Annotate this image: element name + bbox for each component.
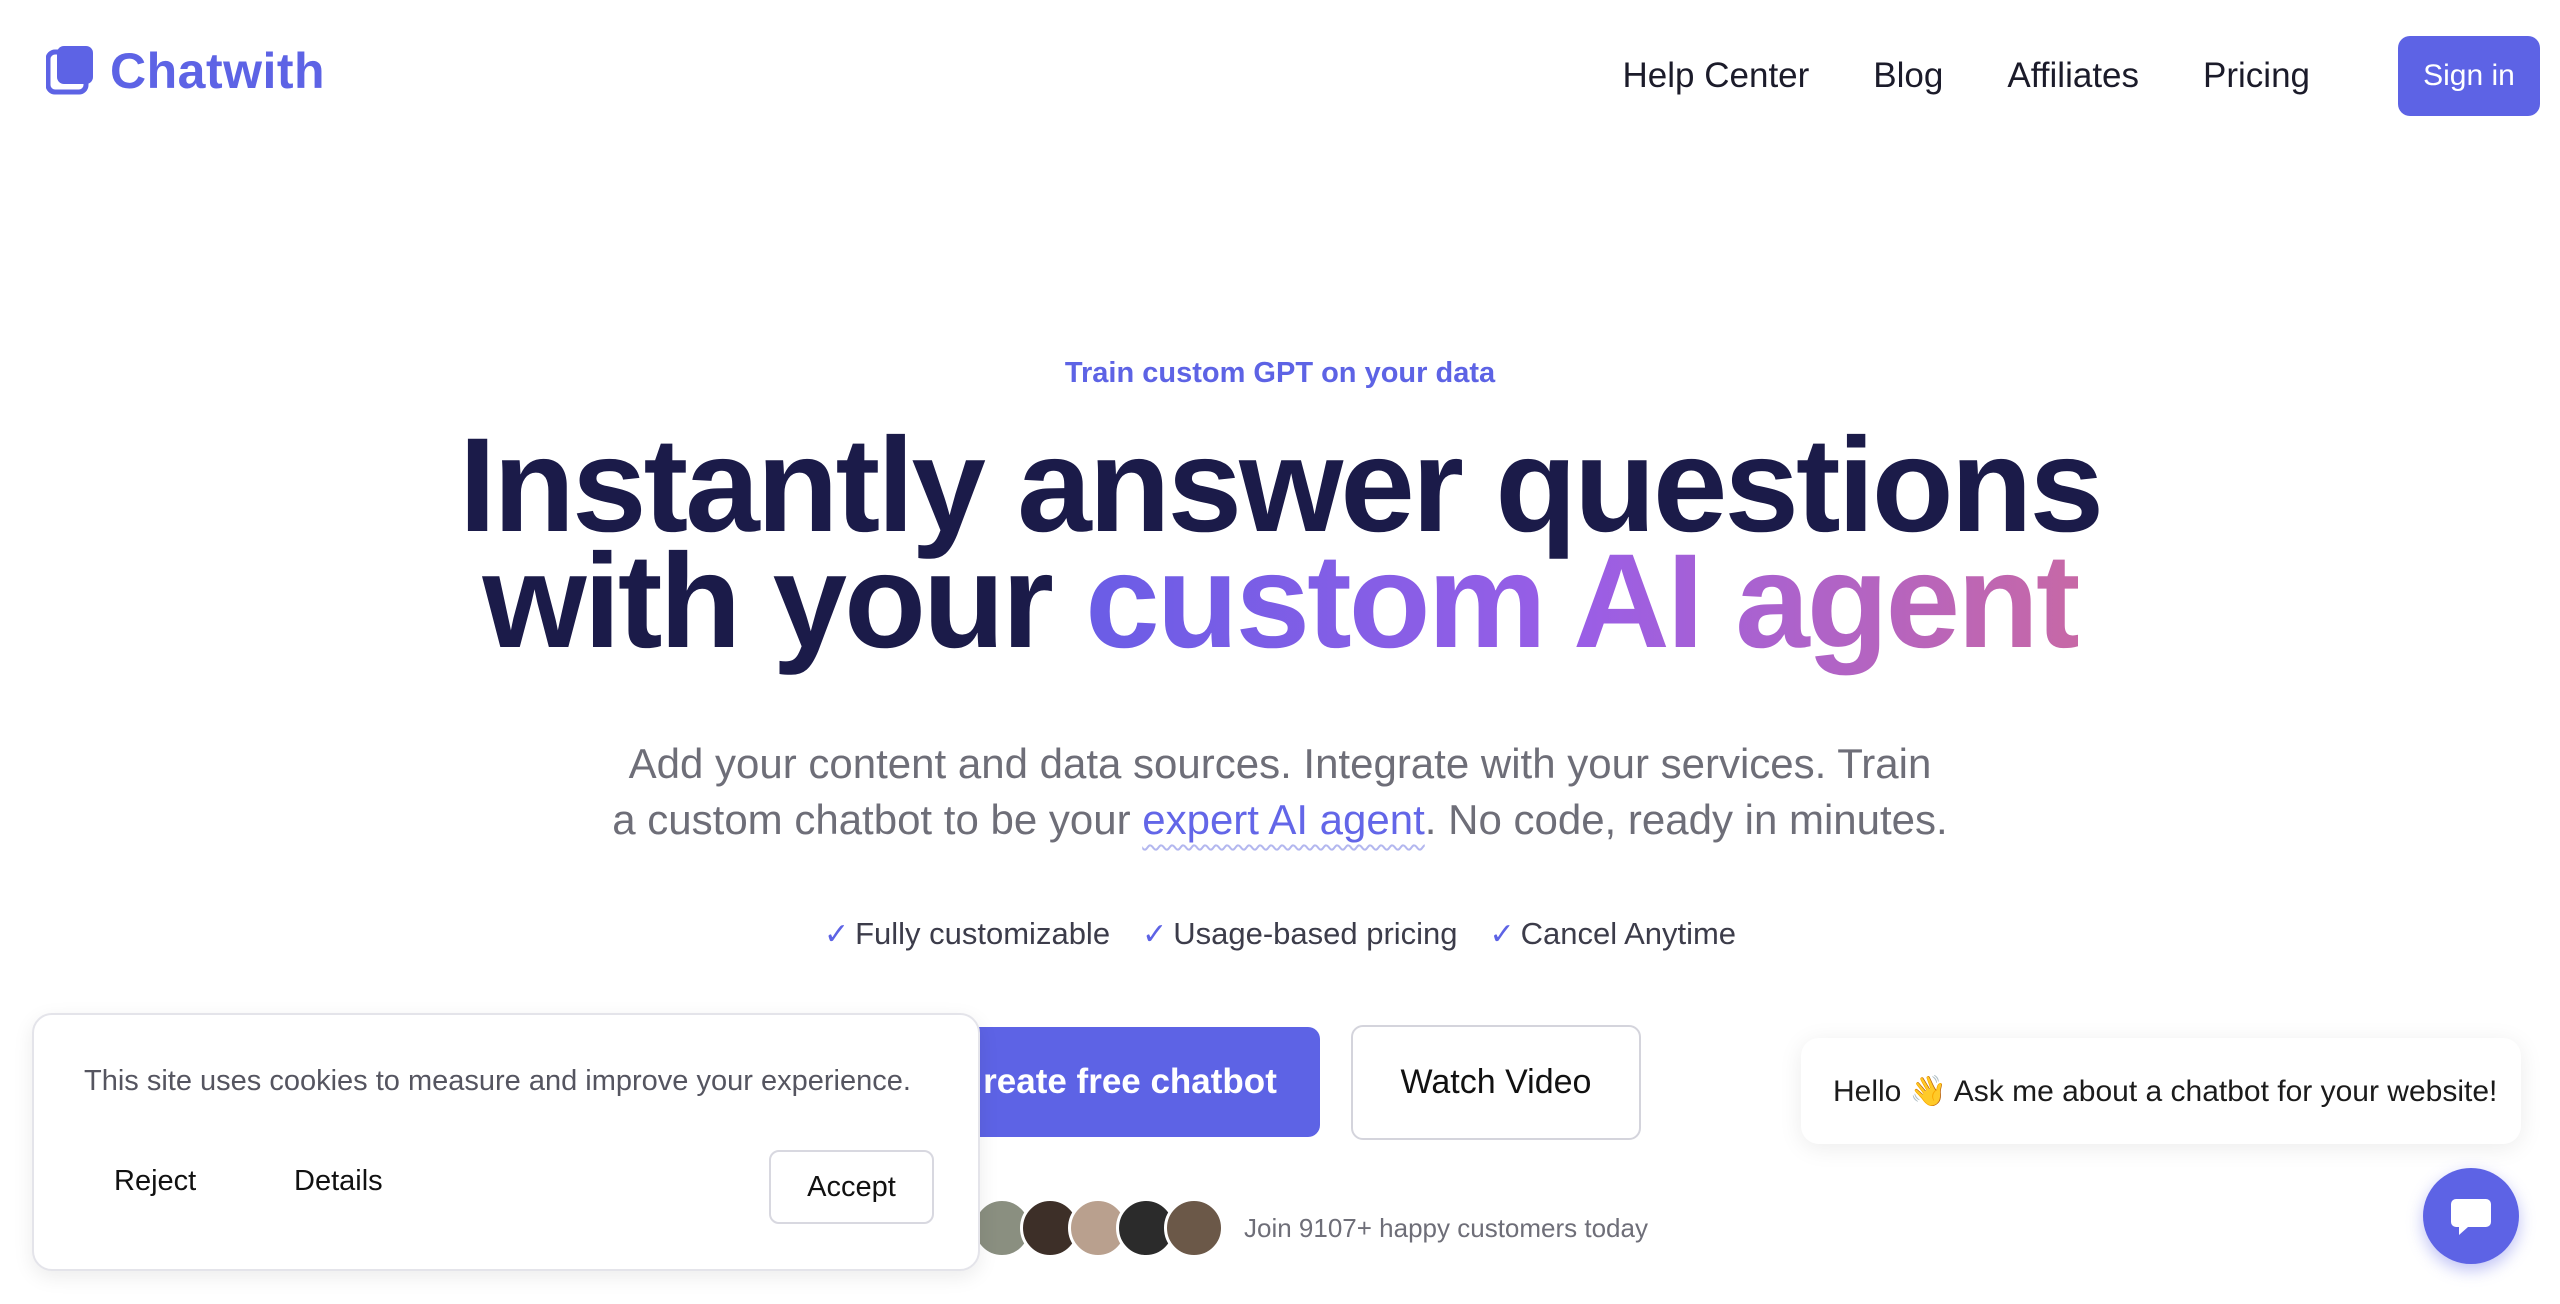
customers-count-text: Join 9107+ happy customers today xyxy=(1244,1212,1648,1243)
avatar xyxy=(1164,1198,1224,1258)
hero-eyebrow: Train custom GPT on your data xyxy=(1064,357,1496,389)
subhead-part2: a custom chatbot to be your xyxy=(612,796,1143,843)
expert-ai-agent-link[interactable]: expert AI agent xyxy=(1142,796,1425,843)
subhead-part1: Add your content and data sources. Integ… xyxy=(628,740,1932,787)
chat-launcher-button[interactable] xyxy=(2423,1168,2519,1264)
subhead-part3: . No code, ready in minutes. xyxy=(1424,796,1948,843)
logo-icon xyxy=(46,46,93,95)
check-icon: ✓ xyxy=(1142,917,1168,951)
headline-highlight: custom AI agent xyxy=(1085,527,2080,676)
headline-line2-plain: with your xyxy=(482,527,1086,676)
cookie-details-button[interactable]: Details xyxy=(294,1165,383,1198)
check-icon: ✓ xyxy=(823,917,850,951)
hero-subheading: Add your content and data sources. Integ… xyxy=(0,736,2560,848)
watch-video-button[interactable]: Watch Video xyxy=(1351,1025,1641,1140)
feature-label: Usage-based pricing xyxy=(1173,916,1458,951)
nav-blog[interactable]: Blog xyxy=(1873,36,1943,116)
hero-headline: Instantly answer questions with your cus… xyxy=(0,419,2560,669)
feature-list: ✓ Fully customizable ✓ Usage-based prici… xyxy=(0,916,2560,952)
nav-affiliates[interactable]: Affiliates xyxy=(2007,36,2139,116)
site-header: Chatwith Help Center Blog Affiliates Pri… xyxy=(0,0,2560,152)
cookie-accept-button[interactable]: Accept xyxy=(769,1150,934,1224)
chat-bubble-icon xyxy=(2451,1199,2491,1235)
feature-label: Cancel Anytime xyxy=(1520,916,1737,951)
feature-item: ✓ Cancel Anytime xyxy=(1490,916,1737,952)
chat-greeting-bubble[interactable]: Hello 👋 Ask me about a chatbot for your … xyxy=(1801,1038,2521,1144)
cookie-reject-button[interactable]: Reject xyxy=(114,1165,196,1198)
feature-item: ✓ Usage-based pricing xyxy=(1142,916,1457,952)
customer-proof: Join 9107+ happy customers today xyxy=(972,1198,1648,1258)
main-nav: Help Center Blog Affiliates Pricing Sign… xyxy=(1623,36,2540,116)
feature-item: ✓ Fully customizable xyxy=(824,916,1110,952)
nav-pricing[interactable]: Pricing xyxy=(2203,36,2310,116)
sign-in-button[interactable]: Sign in xyxy=(2398,36,2540,116)
logo[interactable]: Chatwith xyxy=(46,42,325,100)
logo-text: Chatwith xyxy=(110,43,326,99)
check-icon: ✓ xyxy=(1489,917,1515,951)
cookie-message: This site uses cookies to measure and im… xyxy=(84,1065,911,1097)
cookie-banner: This site uses cookies to measure and im… xyxy=(32,1013,980,1271)
nav-help-center[interactable]: Help Center xyxy=(1623,36,1810,116)
create-free-chatbot-button[interactable]: reate free chatbot xyxy=(940,1027,1320,1137)
feature-label: Fully customizable xyxy=(855,916,1111,951)
